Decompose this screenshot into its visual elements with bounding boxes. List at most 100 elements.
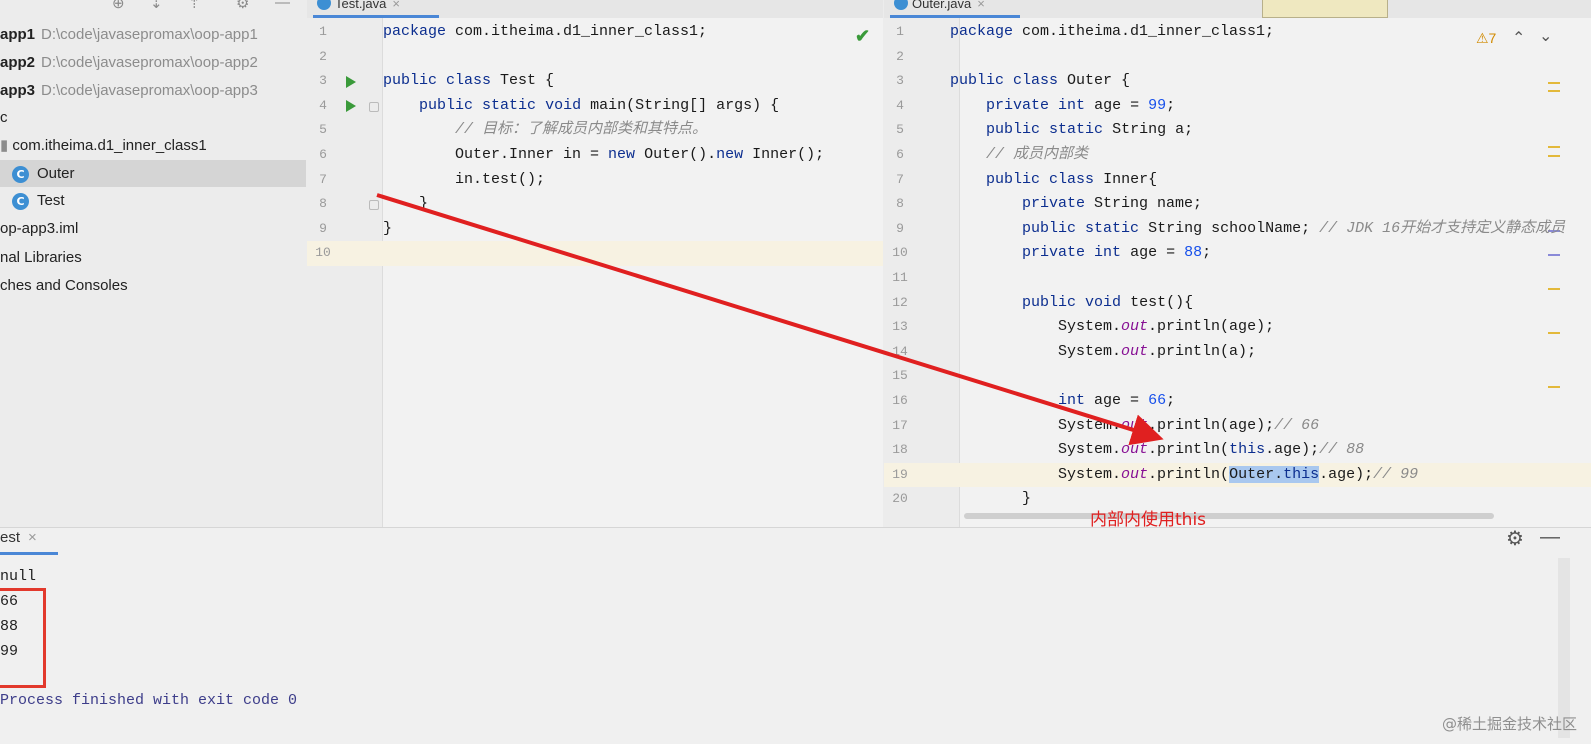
line-number: 3 xyxy=(896,73,904,89)
line-number: 4 xyxy=(319,97,327,113)
tab-run-test[interactable]: est × xyxy=(0,528,58,555)
line-number: 17 xyxy=(892,417,908,433)
run-tab-label: est xyxy=(0,529,21,546)
tab-test-java[interactable]: Test.java × xyxy=(313,0,439,18)
tree-item-label: ches and Consoles xyxy=(0,277,128,294)
tab-label: Outer.java xyxy=(912,0,972,11)
code-line[interactable]: 7 public class Inner{ xyxy=(884,168,1591,193)
tree-item-test[interactable]: C Test xyxy=(0,187,306,214)
line-number: 1 xyxy=(319,24,327,39)
code-line[interactable]: 9} xyxy=(307,217,883,242)
line-number: 5 xyxy=(319,122,327,138)
line-number: 6 xyxy=(319,147,327,162)
tree-item-outer[interactable]: C Outer xyxy=(0,160,306,187)
code-line[interactable]: 4 private int age = 99; xyxy=(884,94,1591,119)
code-line[interactable]: 7 in.test(); xyxy=(307,168,883,193)
code-text: private int age = 99; xyxy=(986,96,1176,114)
code-text: package com.itheima.d1_inner_class1; xyxy=(383,23,708,40)
line-number: 15 xyxy=(892,368,908,384)
minimize-icon[interactable]: — xyxy=(1540,526,1560,549)
code-line[interactable]: 4 public static void main(String[] args)… xyxy=(307,94,883,119)
line-number: 13 xyxy=(892,319,908,335)
horizontal-scrollbar[interactable] xyxy=(964,513,1494,519)
line-number: 10 xyxy=(892,245,908,261)
tree-item-external-libraries[interactable]: nal Libraries xyxy=(0,244,306,271)
code-text: System.out.println(age); xyxy=(950,318,1275,336)
gear-icon[interactable]: ⚙ xyxy=(1506,526,1524,551)
code-line[interactable]: 19 System.out.println(Outer.this.age);//… xyxy=(884,462,1591,488)
console-scrollbar[interactable] xyxy=(1558,558,1570,738)
code-line[interactable]: 20 } xyxy=(884,487,1591,512)
code-line[interactable]: 10 xyxy=(307,241,883,266)
code-text: public static void main(String[] args) { xyxy=(419,96,780,114)
line-number: 5 xyxy=(896,122,904,138)
process-finished-message: Process finished with exit code 0 xyxy=(0,692,298,709)
line-number: 18 xyxy=(892,442,908,458)
line-number: 1 xyxy=(896,24,904,39)
code-line[interactable]: 15 xyxy=(884,364,1591,389)
tab-outer-java[interactable]: Outer.java × xyxy=(890,0,1020,18)
code-line[interactable]: 18 System.out.println(this.age);// 88 xyxy=(884,438,1591,463)
collapse-all-icon[interactable]: ⇡ xyxy=(188,0,201,12)
code-text: System.out.println(this.age);// 88 xyxy=(950,441,1365,459)
code-text: System.out.println(a); xyxy=(950,342,1257,360)
gear-icon[interactable]: ⚙ xyxy=(236,0,249,12)
code-line[interactable]: 9 public static String schoolName; // JD… xyxy=(884,217,1591,242)
code-line[interactable]: 5 public static String a; xyxy=(884,118,1591,143)
code-line[interactable]: 5 // 目标：了解成员内部类和其特点。 xyxy=(307,118,883,143)
close-icon[interactable]: × xyxy=(977,0,985,11)
editor-test-java[interactable]: Test.java × ✔ 1 package com.itheima.d1_inn… xyxy=(307,0,883,527)
tree-item-path: D:\code\javasepromax\oop-app2 xyxy=(41,54,258,71)
minimize-icon[interactable]: — xyxy=(275,0,290,11)
tree-item-app3[interactable]: app3 D:\code\javasepromax\oop-app3 xyxy=(0,77,306,104)
locate-icon[interactable]: ⊕ xyxy=(112,0,125,12)
tree-item-scratches[interactable]: ches and Consoles xyxy=(0,272,306,299)
code-text: public class Test { xyxy=(383,72,555,90)
code-line[interactable]: 3 public class Test { xyxy=(307,69,883,94)
code-line[interactable]: 16 int age = 66; xyxy=(884,389,1591,414)
class-icon xyxy=(317,0,331,10)
tree-item-iml[interactable]: op-app3.iml xyxy=(0,215,306,242)
code-line[interactable]: 1 package com.itheima.d1_inner_class1; xyxy=(307,20,883,45)
tree-item-src[interactable]: c xyxy=(0,104,306,131)
tree-item-path: D:\code\javasepromax\oop-app1 xyxy=(41,26,258,43)
code-text: public class Inner{ xyxy=(986,170,1158,188)
tree-item-label: app1 xyxy=(0,26,36,43)
annotation-label: 内部内使用this xyxy=(1090,510,1207,530)
code-line[interactable]: 17 System.out.println(age);// 66 xyxy=(884,414,1591,439)
code-line[interactable]: 10 private int age = 88; xyxy=(884,241,1591,266)
line-number: 2 xyxy=(896,48,904,64)
code-line[interactable]: 8 private String name; xyxy=(884,192,1591,217)
code-line[interactable]: 11 xyxy=(884,266,1591,291)
tree-item-label: c xyxy=(0,109,8,126)
code-text: Outer.Inner in = new Outer().new Inner()… xyxy=(383,146,825,163)
code-line[interactable]: 2 xyxy=(307,45,883,70)
editor-outer-java[interactable]: Outer.java × ⚠7 ⌃ ⌄ 1 package com.itheima.… xyxy=(884,0,1591,527)
runnable-class-icon: C xyxy=(12,192,29,210)
code-line[interactable]: 6 Outer.Inner in = new Outer().new Inner… xyxy=(307,143,883,168)
line-number: 2 xyxy=(319,48,327,64)
tree-item-label: Outer xyxy=(37,165,75,182)
code-text: private int age = 88; xyxy=(1022,244,1212,262)
code-line[interactable]: 3 public class Outer { xyxy=(884,69,1591,94)
line-number: 7 xyxy=(319,171,327,187)
tree-item-label: app2 xyxy=(0,54,36,71)
line-number: 20 xyxy=(892,491,908,507)
tree-item-app2[interactable]: app2 D:\code\javasepromax\oop-app2 xyxy=(0,49,306,76)
tree-item-package[interactable]: ▮ com.itheima.d1_inner_class1 xyxy=(0,132,306,159)
tree-item-app1[interactable]: app1 D:\code\javasepromax\oop-app1 xyxy=(0,21,306,48)
code-line[interactable]: 1 package com.itheima.d1_inner_class1; xyxy=(884,20,1591,45)
code-line[interactable]: 13 System.out.println(age); xyxy=(884,315,1591,340)
editor-tabbar: Test.java × xyxy=(307,0,883,18)
code-line[interactable]: 14 System.out.println(a); xyxy=(884,340,1591,365)
close-icon[interactable]: × xyxy=(28,529,37,546)
line-number: 4 xyxy=(896,97,904,113)
code-line[interactable]: 2 xyxy=(884,45,1591,70)
console-line: null xyxy=(0,568,37,585)
line-number: 8 xyxy=(319,196,327,212)
code-line[interactable]: 6 // 成员内部类 xyxy=(884,143,1591,168)
code-line[interactable]: 12 public void test(){ xyxy=(884,291,1591,316)
close-icon[interactable]: × xyxy=(392,0,400,11)
expand-all-icon[interactable]: ⇣ xyxy=(150,0,163,12)
code-line[interactable]: 8 } xyxy=(307,192,883,217)
